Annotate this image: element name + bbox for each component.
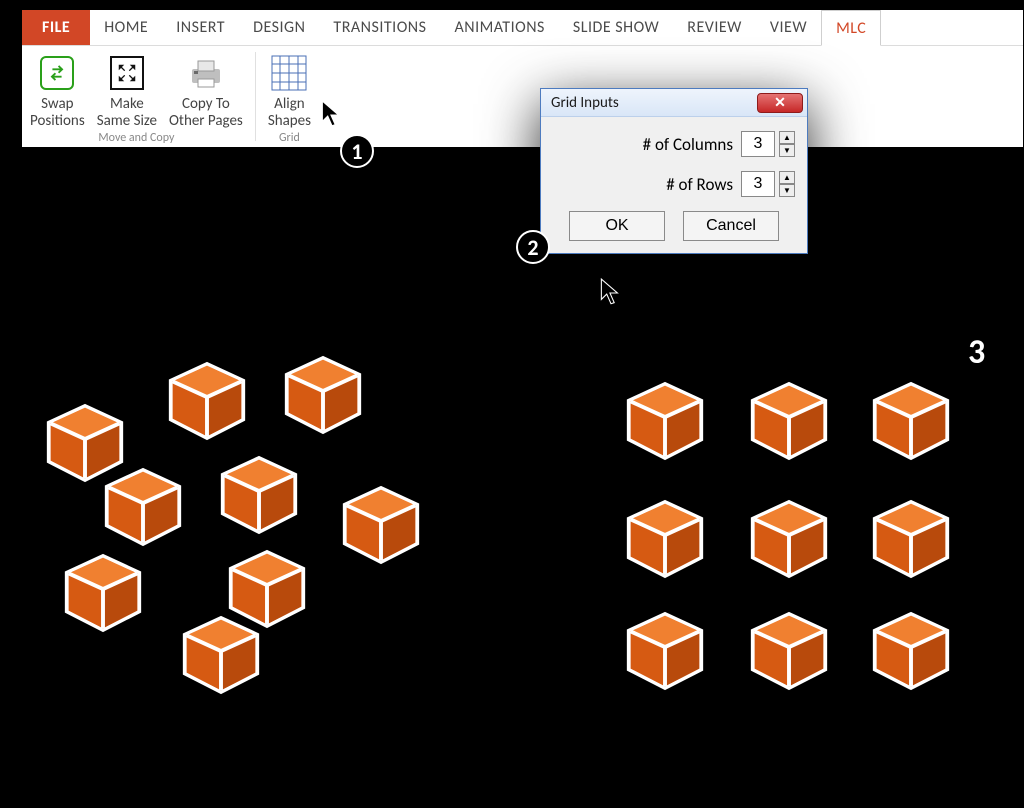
cube-shape[interactable] <box>620 494 710 584</box>
cube-shape[interactable] <box>176 610 266 700</box>
cube-shape[interactable] <box>214 450 304 540</box>
cursor-icon <box>321 100 343 130</box>
cube-shape[interactable] <box>866 494 956 584</box>
cube-shape[interactable] <box>278 350 368 440</box>
cube-shape[interactable] <box>162 356 252 446</box>
cube-shape[interactable] <box>744 494 834 584</box>
cube-shape[interactable] <box>620 606 710 696</box>
cube-shape[interactable] <box>58 548 148 638</box>
cube-shape[interactable] <box>744 606 834 696</box>
cursor-icon <box>600 278 622 308</box>
canvas <box>0 0 1024 808</box>
cube-shape[interactable] <box>744 376 834 466</box>
callout-2: 2 <box>516 230 550 264</box>
cube-shape[interactable] <box>620 376 710 466</box>
cube-shape[interactable] <box>98 462 188 552</box>
cube-shape[interactable] <box>336 480 426 570</box>
cube-shape[interactable] <box>866 376 956 466</box>
cube-shape[interactable] <box>866 606 956 696</box>
callout-1: 1 <box>340 134 374 168</box>
